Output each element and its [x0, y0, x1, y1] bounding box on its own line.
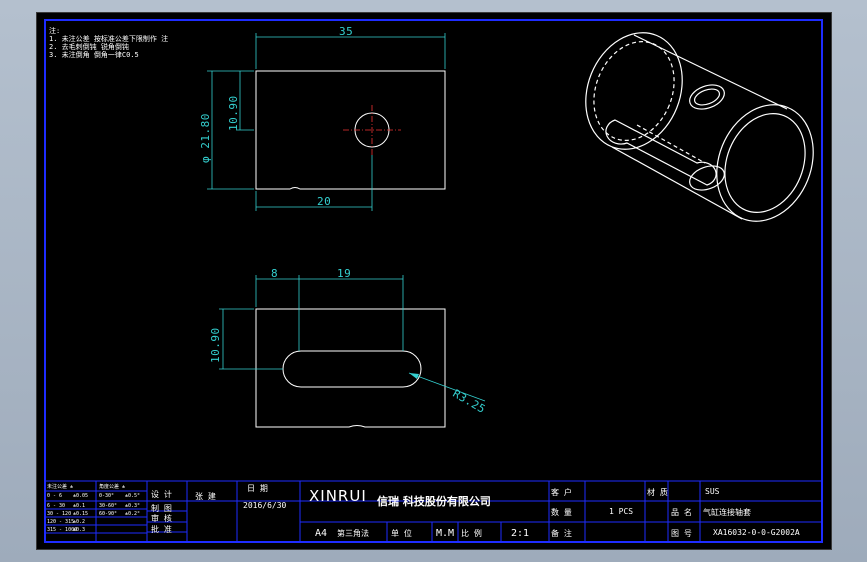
scale-label: 比 例 [461, 529, 482, 538]
tol-cell: ±0.2° [125, 511, 141, 517]
unit-label: 单 位 [391, 529, 412, 538]
note-3: 3. 未注倒角 倒角一律C0.5 [49, 51, 139, 59]
approver-label: 批 准 [151, 525, 172, 534]
tol-cell: 6 - 30 [47, 503, 66, 509]
top-view [207, 33, 446, 211]
dim-hole-height-10-90: 10.90 [227, 95, 240, 131]
material-label: 材 质 [647, 488, 668, 497]
note-2: 2. 去毛刺倒钝 锐角倒钝 [49, 43, 129, 51]
paper-size: A4 [315, 528, 328, 539]
tol-cell: 120 - 315 [47, 519, 75, 525]
drawing-code: XA16032-0-0-G2002A [713, 528, 800, 537]
quantity-value: 1 PCS [609, 507, 634, 516]
dim-slot-offset-8: 8 [271, 267, 279, 280]
tol-cell: 0-30° [99, 493, 115, 499]
material-value: SUS [705, 487, 720, 496]
inner-frame [44, 19, 823, 543]
remark-label: 备 注 [551, 529, 572, 538]
note-1: 1. 未注公差 按标准公差下限制作 注 [49, 35, 169, 43]
tol-header-1: 未注公差 ± [47, 484, 74, 490]
date-label: 日 期 [247, 484, 268, 493]
dim-width-35: 35 [339, 25, 354, 38]
tol-cell: 30-60° [99, 503, 118, 509]
company-name-en: XINRUI [309, 487, 367, 505]
dim-diameter-21-80: φ 21.80 [199, 113, 212, 163]
signature: 张 建 [195, 492, 216, 501]
drawing-canvas [44, 19, 823, 543]
tol-cell: ±0.3° [125, 503, 141, 509]
bottom-view [219, 275, 486, 428]
company-name-cn: 信瑞 科技股份有限公司 [377, 495, 491, 508]
scale-value: 2:1 [511, 528, 530, 539]
designer-label: 设 计 [151, 490, 172, 499]
customer-label: 客 户 [551, 488, 572, 497]
date-value: 2016/6/30 [243, 501, 287, 510]
tol-header-2: 角度公差 ± [99, 484, 126, 490]
drawing-sheet: 注: 1. 未注公差 按标准公差下限制作 注 2. 去毛刺倒钝 锐角倒钝 3. … [36, 12, 832, 550]
tol-cell: ±0.1 [73, 503, 86, 509]
quantity-label: 数 量 [551, 508, 572, 517]
unit-value: M.M [436, 528, 455, 539]
checker-label: 审 核 [151, 514, 172, 523]
tol-cell: ±0.3 [73, 527, 86, 533]
projection-view: 第三角法 [337, 529, 369, 538]
tol-cell: ±0.05 [73, 493, 89, 499]
tol-cell: 0 - 6 [47, 493, 63, 499]
tol-cell: 30 - 120 [47, 511, 72, 517]
notes-header: 注: [49, 27, 61, 35]
tol-cell: ±0.2 [73, 519, 86, 525]
part-name: 气缸连接轴套 [703, 508, 751, 517]
code-label: 图 号 [671, 529, 692, 538]
dim-slot-height-10-90: 10.90 [209, 327, 222, 363]
dim-hole-offset-20: 20 [317, 195, 332, 208]
dim-slot-length-19: 19 [337, 267, 352, 280]
tol-cell: ±0.5° [125, 493, 141, 499]
isometric-view [585, 32, 814, 222]
name-label: 品 名 [671, 508, 692, 517]
tol-cell: ±0.15 [73, 511, 89, 517]
tol-cell: 60-90° [99, 511, 118, 517]
